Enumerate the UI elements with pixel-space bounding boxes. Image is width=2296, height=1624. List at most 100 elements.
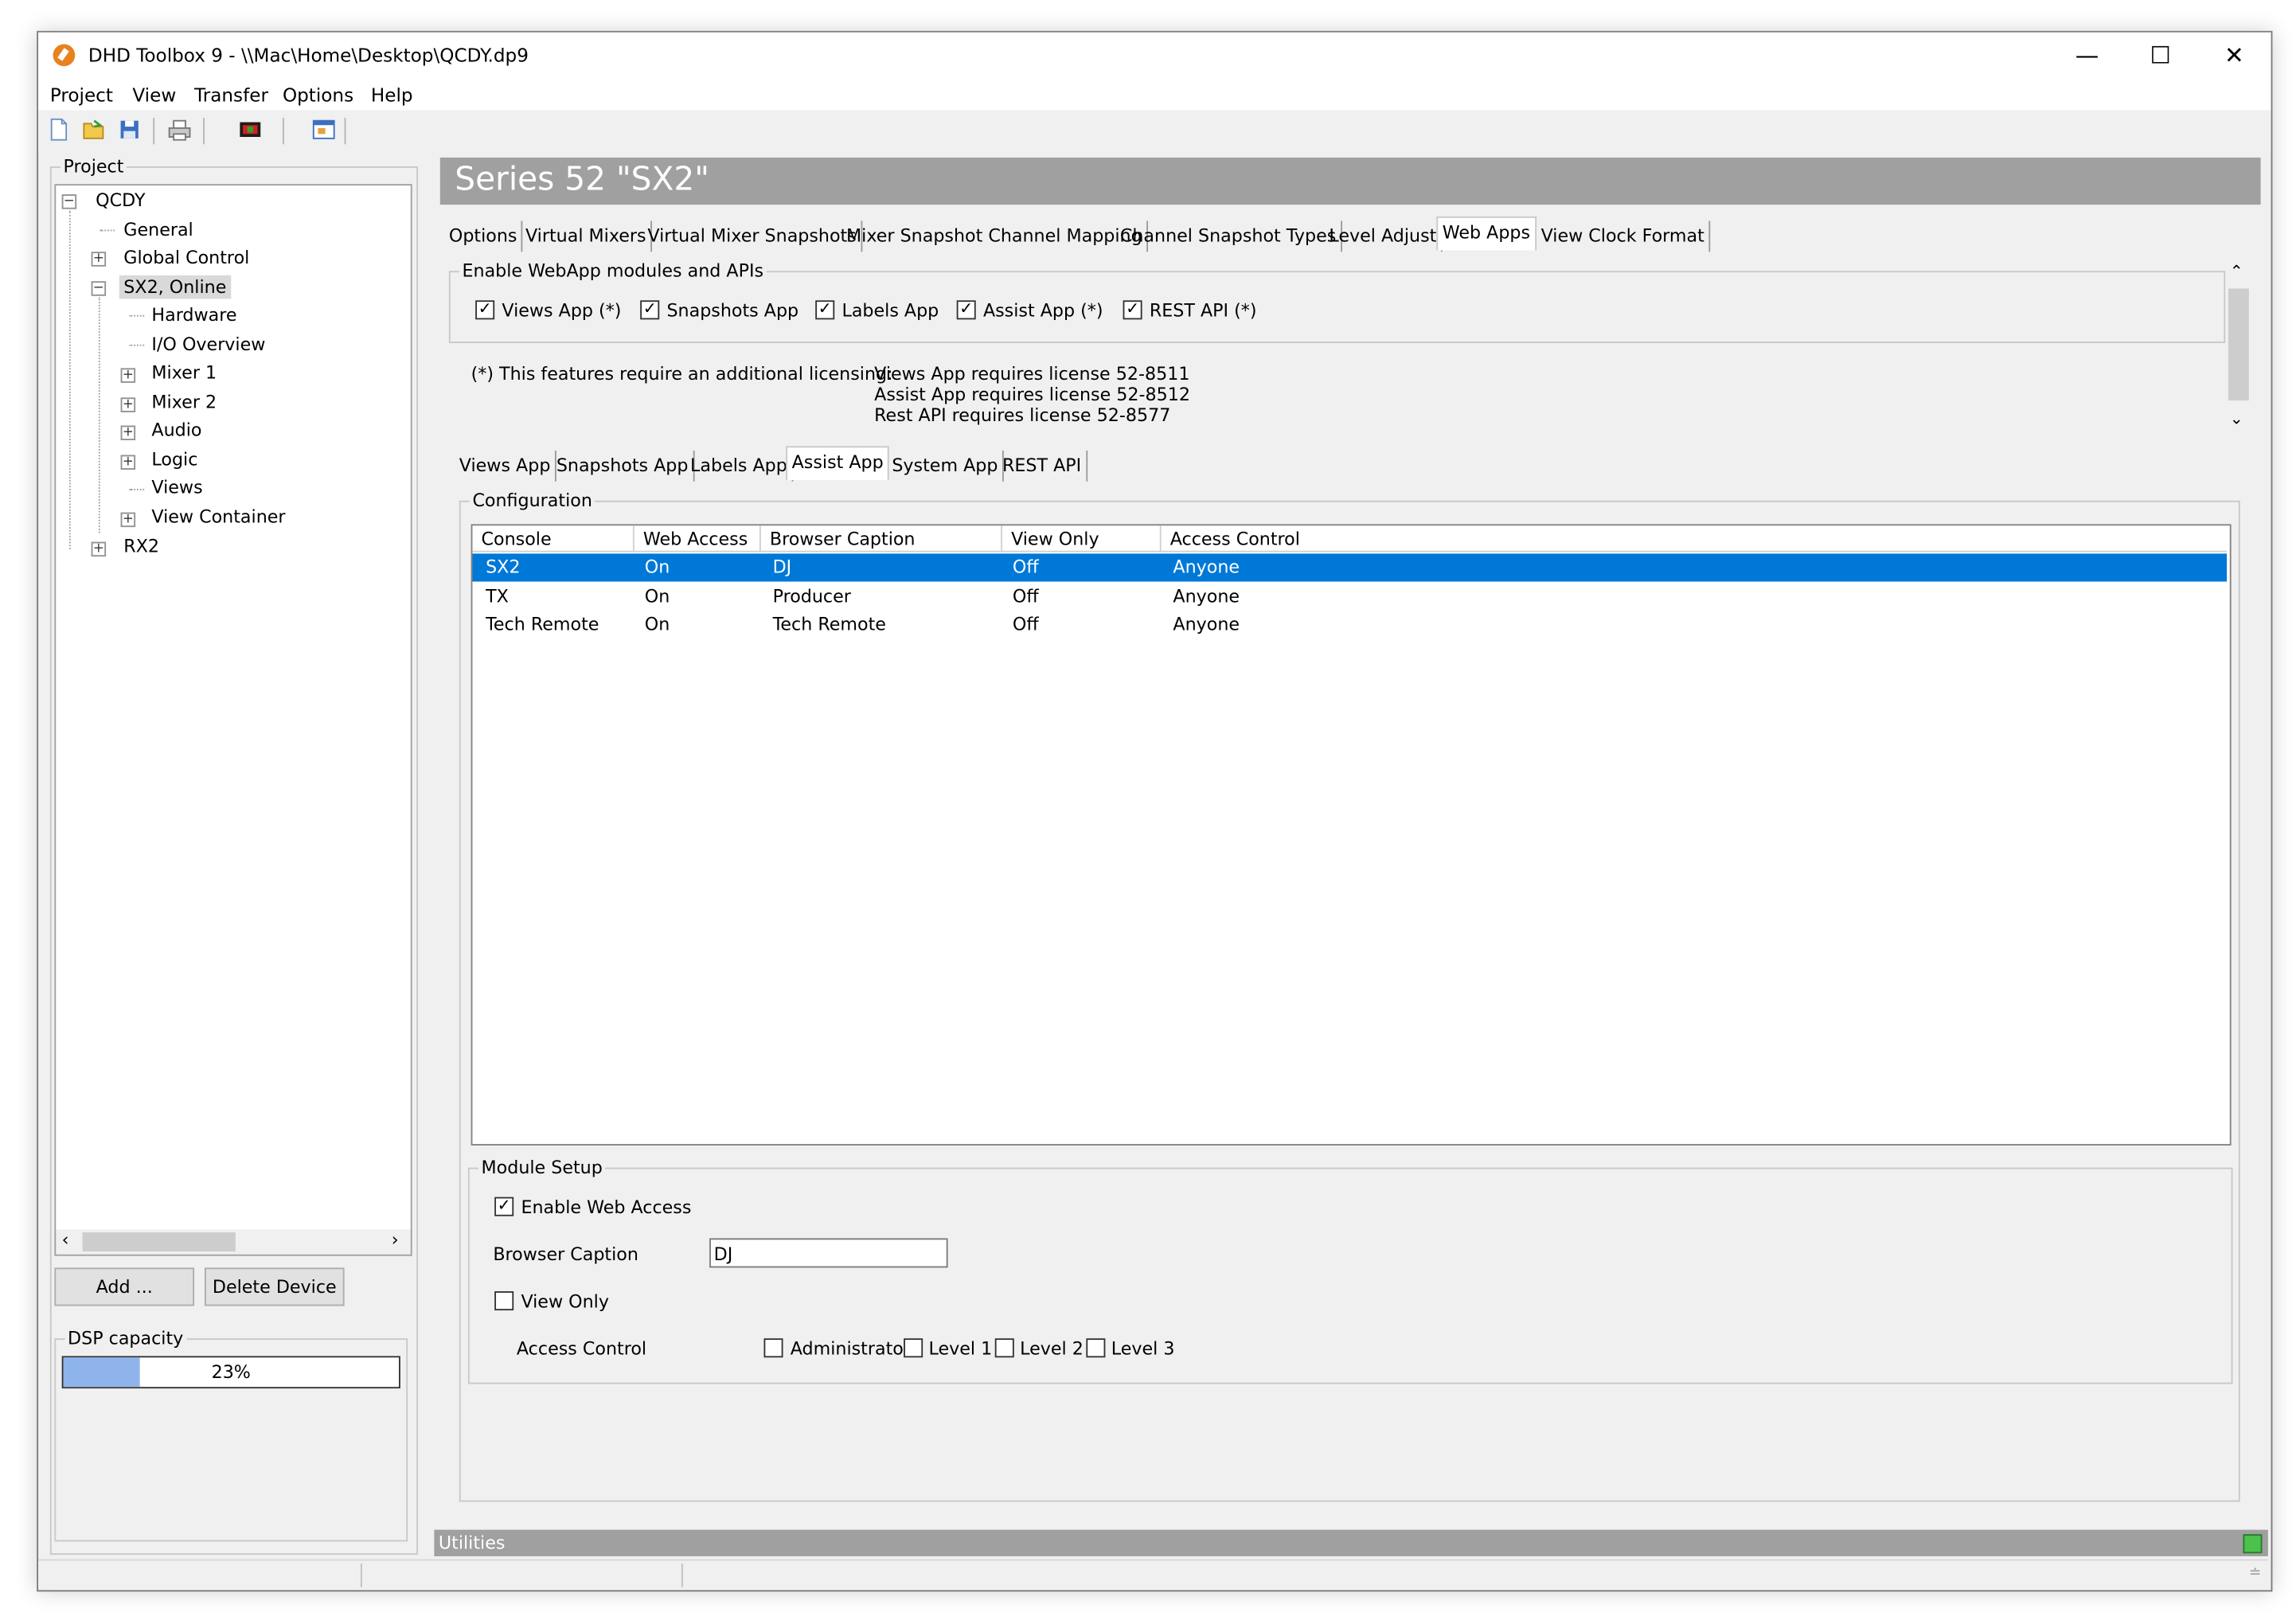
level-3-checkbox[interactable] bbox=[1086, 1338, 1106, 1358]
tree-node-sx2-online[interactable]: SX2, Online bbox=[119, 275, 231, 299]
column-header-view-only[interactable]: View Only bbox=[1002, 525, 1162, 552]
tab-snapshots-app[interactable]: Snapshots App bbox=[552, 450, 694, 482]
browser-caption-label: Browser Caption bbox=[493, 1243, 638, 1265]
menu-options[interactable]: Options bbox=[283, 84, 353, 106]
tab-web-apps[interactable]: Web Apps bbox=[1436, 216, 1537, 251]
tab-virtual-mixers[interactable]: Virtual Mixers bbox=[521, 221, 653, 252]
views-app-checkbox[interactable]: ✓ bbox=[475, 300, 495, 320]
tree-node-hardware[interactable]: Hardware bbox=[151, 305, 236, 326]
scrollbar-thumb[interactable] bbox=[2228, 288, 2249, 401]
tree-node-view-container[interactable]: View Container bbox=[151, 506, 285, 527]
rest-api-checkbox[interactable]: ✓ bbox=[1123, 300, 1142, 320]
console-table[interactable]: Console Web Access Browser Caption View … bbox=[471, 524, 2232, 1146]
scroll-down-icon[interactable]: ⌄ bbox=[2230, 409, 2243, 428]
open-folder-icon[interactable] bbox=[83, 118, 107, 142]
tab-level-adjust[interactable]: Level Adjust bbox=[1325, 221, 1443, 252]
license-line: Views App requires license 52-8511 bbox=[874, 363, 1190, 385]
tab-options[interactable]: Options bbox=[444, 221, 523, 252]
maximize-icon[interactable]: ☐ bbox=[2124, 33, 2197, 78]
delete-device-button[interactable]: Delete Device bbox=[204, 1267, 345, 1306]
tab-view-clock-format[interactable]: View Clock Format bbox=[1537, 221, 1711, 252]
page-vertical-scrollbar[interactable]: ⌃ ⌄ bbox=[2225, 262, 2252, 436]
menu-project[interactable]: Project bbox=[50, 84, 113, 106]
transfer-icon[interactable] bbox=[238, 118, 262, 142]
tree-node-io-overview[interactable]: I/O Overview bbox=[151, 334, 265, 355]
level-2-label: Level 2 bbox=[1020, 1338, 1084, 1360]
menu-help[interactable]: Help bbox=[371, 84, 413, 106]
column-header-web-access[interactable]: Web Access bbox=[634, 525, 761, 552]
snapshots-app-checkbox[interactable]: ✓ bbox=[640, 300, 660, 320]
save-icon[interactable] bbox=[118, 118, 142, 142]
table-row[interactable]: Tech Remote On Tech Remote Off Anyone bbox=[472, 611, 2227, 639]
tree-expand-icon[interactable]: + bbox=[120, 397, 136, 412]
close-icon[interactable]: ✕ bbox=[2197, 33, 2271, 78]
dsp-capacity-legend: DSP capacity bbox=[68, 1328, 184, 1349]
menu-view[interactable]: View bbox=[132, 84, 176, 106]
new-file-icon[interactable] bbox=[47, 118, 71, 142]
table-row[interactable]: SX2 On DJ Off Anyone bbox=[472, 553, 2228, 582]
administrator-checkbox[interactable] bbox=[763, 1338, 783, 1358]
access-control-label: Access Control bbox=[516, 1338, 647, 1360]
minimize-icon[interactable]: — bbox=[2050, 33, 2123, 78]
scroll-up-icon[interactable]: ⌃ bbox=[2230, 262, 2243, 281]
tree-collapse-icon[interactable]: − bbox=[61, 194, 77, 209]
tree-node-logic[interactable]: Logic bbox=[151, 449, 197, 470]
tab-labels-app[interactable]: Labels App bbox=[686, 450, 794, 482]
tree-expand-icon[interactable]: + bbox=[91, 541, 107, 557]
administrator-label: Administrator bbox=[790, 1338, 912, 1360]
tree-node-views[interactable]: Views bbox=[151, 477, 202, 498]
toolbar-separator bbox=[203, 117, 205, 145]
window-icon[interactable] bbox=[312, 118, 336, 142]
column-header-browser-caption[interactable]: Browser Caption bbox=[760, 525, 1002, 552]
tree-node-mixer-2[interactable]: Mixer 2 bbox=[151, 392, 217, 412]
table-cell: Anyone bbox=[1173, 586, 1240, 607]
enable-web-access-checkbox[interactable]: ✓ bbox=[494, 1197, 514, 1216]
utilities-bar[interactable]: Utilities bbox=[434, 1529, 2268, 1556]
print-icon[interactable] bbox=[168, 118, 192, 142]
toolbar-separator bbox=[153, 117, 155, 145]
tab-virtual-mixer-snapshots[interactable]: Virtual Mixer Snapshots bbox=[643, 221, 863, 252]
tree-node-global-control[interactable]: Global Control bbox=[123, 248, 249, 268]
tree-horizontal-scrollbar[interactable]: ‹ › bbox=[54, 1229, 412, 1256]
tree-expand-icon[interactable]: + bbox=[120, 425, 136, 441]
level-1-checkbox[interactable] bbox=[904, 1338, 923, 1358]
menu-transfer[interactable]: Transfer bbox=[194, 84, 268, 106]
app-logo-icon bbox=[53, 44, 76, 67]
tree-expand-icon[interactable]: + bbox=[120, 455, 136, 470]
tree-collapse-icon[interactable]: − bbox=[91, 281, 107, 296]
tree-expand-icon[interactable]: + bbox=[120, 512, 136, 528]
table-cell: Producer bbox=[772, 586, 851, 607]
assist-app-checkbox[interactable]: ✓ bbox=[956, 300, 976, 320]
license-line: Rest API requires license 52-8577 bbox=[874, 404, 1171, 426]
tree-node-audio[interactable]: Audio bbox=[151, 420, 201, 440]
tab-rest-api[interactable]: REST API bbox=[998, 450, 1087, 482]
browser-caption-input[interactable]: DJ bbox=[709, 1238, 948, 1268]
table-row[interactable]: TX On Producer Off Anyone bbox=[472, 583, 2227, 611]
license-note: (*) This features require an additional … bbox=[471, 363, 893, 385]
tree-expand-icon[interactable]: + bbox=[120, 368, 136, 383]
tree-expand-icon[interactable]: + bbox=[91, 252, 107, 267]
tree-node-rx2[interactable]: RX2 bbox=[123, 536, 159, 556]
tab-assist-app[interactable]: Assist App bbox=[786, 446, 890, 480]
resize-grip-icon[interactable]: ≐ bbox=[2249, 1565, 2262, 1581]
tab-channel-snapshot-types[interactable]: Channel Snapshot Types bbox=[1115, 221, 1342, 252]
tab-views-app[interactable]: Views App bbox=[455, 450, 556, 482]
enable-web-access-label: Enable Web Access bbox=[521, 1197, 692, 1218]
tree-node-mixer-1[interactable]: Mixer 1 bbox=[151, 362, 217, 383]
tab-mixer-snapshot-channel-mapping[interactable]: Mixer Snapshot Channel Mapping bbox=[841, 221, 1149, 252]
level-2-checkbox[interactable] bbox=[994, 1338, 1014, 1358]
view-only-label: View Only bbox=[521, 1291, 609, 1312]
scroll-right-icon[interactable]: › bbox=[392, 1229, 399, 1250]
scrollbar-thumb[interactable] bbox=[82, 1232, 236, 1252]
tab-system-app[interactable]: System App bbox=[888, 450, 1004, 482]
labels-app-checkbox[interactable]: ✓ bbox=[815, 300, 835, 320]
column-header-access-control[interactable]: Access Control bbox=[1161, 525, 2228, 552]
scroll-left-icon[interactable]: ‹ bbox=[62, 1229, 69, 1250]
project-tree[interactable]: − QCDY General + Global Control − SX2, O… bbox=[54, 184, 412, 1233]
tree-node-general[interactable]: General bbox=[123, 220, 193, 240]
tree-node-root[interactable]: QCDY bbox=[96, 190, 145, 211]
view-only-checkbox[interactable] bbox=[494, 1291, 514, 1311]
add-device-button[interactable]: Add ... bbox=[54, 1267, 195, 1306]
snapshots-app-label: Snapshots App bbox=[666, 300, 799, 322]
column-header-console[interactable]: Console bbox=[472, 525, 635, 552]
